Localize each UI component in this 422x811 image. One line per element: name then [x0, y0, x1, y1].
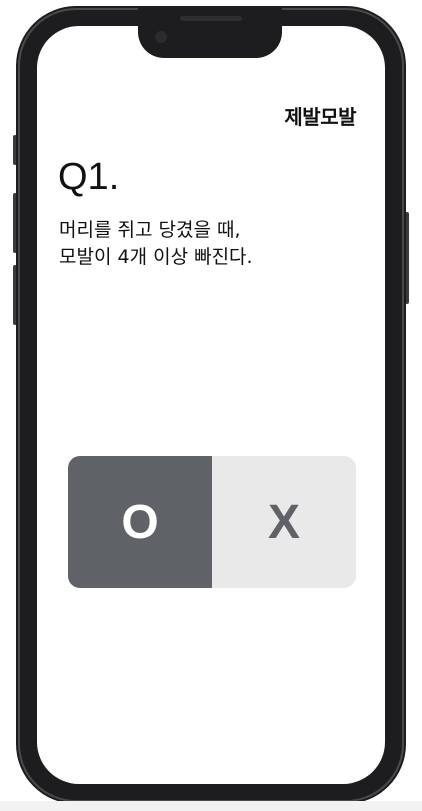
question-number: Q1. — [58, 156, 120, 198]
answer-toggle: O X — [68, 456, 356, 588]
question-line-2: 모발이 4개 이상 빠진다. — [59, 246, 253, 268]
answer-yes-button[interactable]: O — [68, 456, 212, 588]
speaker-grille — [180, 16, 242, 21]
phone-screen — [37, 26, 385, 784]
bottom-strip — [0, 801, 422, 811]
answer-no-button[interactable]: X — [212, 456, 356, 588]
brand-logo: 제발모발 — [284, 105, 356, 129]
question-text: 머리를 쥐고 당겼을 때, 모발이 4개 이상 빠진다. — [59, 217, 253, 271]
front-camera — [155, 31, 167, 43]
question-line-1: 머리를 쥐고 당겼을 때, — [59, 219, 241, 241]
device-mockup: 제발모발 Q1. 머리를 쥐고 당겼을 때, 모발이 4개 이상 빠진다. O … — [0, 0, 422, 811]
